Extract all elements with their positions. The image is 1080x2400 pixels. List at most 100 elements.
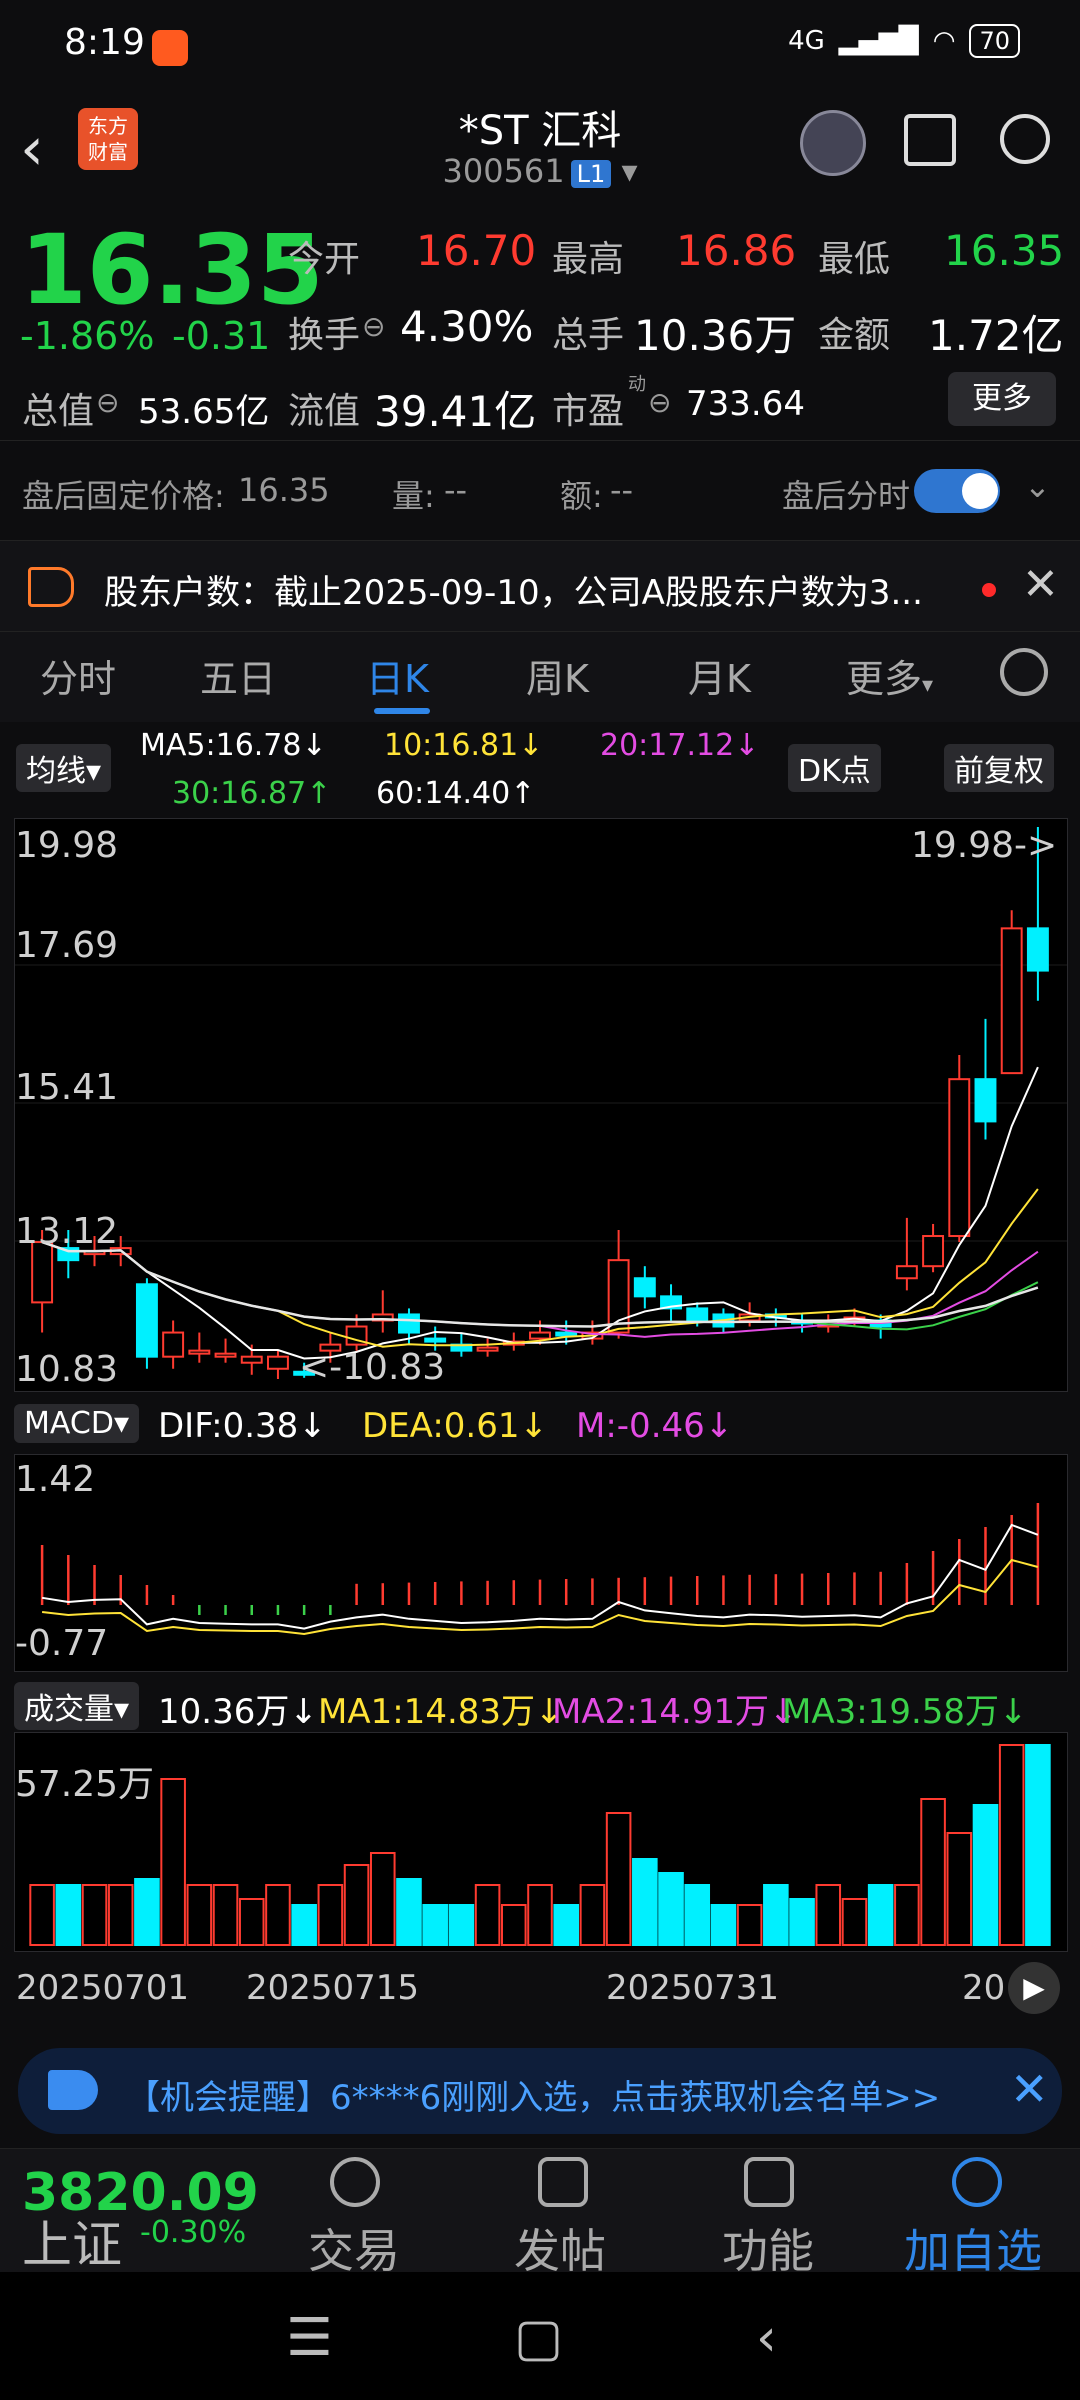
low-label: 最低	[818, 239, 891, 280]
megaphone-icon	[48, 2070, 98, 2110]
caret-down-icon: ▾	[113, 1406, 129, 1441]
back-nav-icon[interactable]: ‹	[756, 2308, 777, 2368]
candle-body	[214, 1352, 237, 1358]
chevron-down-icon: ▾	[621, 152, 638, 190]
gear-icon[interactable]	[1000, 648, 1048, 696]
volume-bar	[396, 1878, 422, 1946]
after-hours-toggle-label: 盘后分时	[782, 477, 911, 515]
kline-level-3: 15.41	[15, 1067, 119, 1108]
volume-bar	[998, 1744, 1025, 1946]
volume-bar	[55, 1884, 82, 1946]
volume-bar	[160, 1778, 186, 1946]
status-time: 8:19	[64, 22, 145, 63]
adjust-button[interactable]: 前复权	[944, 744, 1054, 792]
volume-bar	[736, 1904, 763, 1946]
tab-weekly-k[interactable]: 周K	[526, 648, 589, 703]
assistant-robot-icon[interactable]	[800, 110, 866, 176]
volume-ma2: MA2:14.91万↓	[552, 1692, 798, 1732]
macd-bottom-label: -0.77	[15, 1623, 109, 1664]
app-notification-icon	[152, 30, 188, 66]
turnover-label: 换手	[288, 315, 361, 356]
share-icon[interactable]	[904, 114, 956, 166]
mktcap-label: 总值	[22, 391, 95, 432]
volume-label: 总手	[552, 315, 625, 356]
change-percent: -1.86%	[20, 314, 155, 358]
tab-monthly-k[interactable]: 月K	[688, 648, 751, 703]
candle-body	[188, 1349, 211, 1355]
macd-top-label: 1.42	[15, 1459, 96, 1500]
volume-bar	[658, 1872, 684, 1946]
trade-icon	[330, 2157, 380, 2207]
search-icon[interactable]	[1000, 114, 1050, 164]
volume-bar	[291, 1904, 317, 1946]
volume-legend: 成交量▾ 10.36万↓ MA1:14.83万↓ MA2:14.91万↓ MA3…	[0, 1676, 1080, 1732]
macd-chart[interactable]: 1.42 -0.77	[14, 1454, 1068, 1672]
volume-chart[interactable]: 57.25万	[14, 1732, 1068, 1952]
indicator-type-select[interactable]: 均线▾	[16, 744, 112, 792]
volume-bar	[946, 1832, 973, 1946]
after-hours-amt-label: 额:	[560, 477, 603, 515]
low-value: 16.35	[944, 226, 1065, 275]
ma-legend: 均线▾ MA5:16.78↓ 10:16.81↓ 20:17.12↓ 30:16…	[0, 722, 1080, 818]
home-icon[interactable]: ▢	[514, 2308, 563, 2368]
volume-bar	[343, 1864, 370, 1946]
menu-icon[interactable]: ☰	[286, 2308, 333, 2368]
candle-body	[633, 1277, 656, 1298]
tab-more[interactable]: 更多▾	[846, 648, 933, 703]
unread-dot	[982, 583, 996, 597]
volume-bar	[265, 1884, 291, 1946]
pe-value: 733.64	[686, 384, 805, 424]
kline-level-2: 17.69	[15, 925, 119, 966]
after-hours-toggle[interactable]	[914, 469, 1000, 513]
macd-select[interactable]: MACD▾	[14, 1404, 139, 1443]
dk-point-button[interactable]: DK点	[788, 744, 881, 792]
volume-bar	[841, 1898, 868, 1946]
notice-text[interactable]: 股东户数：截止2025-09-10，公司A股股东户数为3...	[104, 565, 923, 614]
amount-label: 金额	[818, 315, 891, 356]
candle-body	[686, 1307, 709, 1322]
volume-value: 10.36万↓	[158, 1692, 318, 1732]
stock-header: ‹ 东方 财富 *ST 汇科 300561 L1 ▾	[0, 92, 1080, 204]
volume-bar	[579, 1884, 606, 1946]
promo-text[interactable]: 【机会提醒】6****6刚刚入选，点击获取机会名单>>	[126, 2070, 940, 2119]
after-hours-amt: --	[610, 471, 634, 509]
chevron-down-icon[interactable]: ⌄	[1024, 467, 1051, 505]
volume-bar	[605, 1812, 632, 1946]
after-hours-price-label: 盘后固定价格:	[22, 477, 225, 515]
stock-code: 300561	[442, 152, 565, 190]
candle-body	[1026, 927, 1049, 972]
ma-line	[41, 1066, 1039, 1360]
network-icon: 4G	[788, 26, 825, 56]
volume-ma3: MA3:19.58万↓	[782, 1692, 1028, 1732]
volume-ma1: MA1:14.83万↓	[318, 1692, 564, 1732]
close-icon[interactable]: ✕	[1022, 559, 1059, 610]
candle-body	[895, 1265, 918, 1280]
close-icon[interactable]: ✕	[1010, 2062, 1049, 2116]
notice-bar[interactable]: 股东户数：截止2025-09-10，公司A股股东户数为3... ✕	[0, 540, 1080, 632]
tab-intraday[interactable]: 分时	[40, 648, 116, 703]
tab-five-day[interactable]: 五日	[200, 648, 276, 703]
system-icons: 4G ▂▄▆█ ◠ 70	[788, 24, 1020, 58]
more-button[interactable]: 更多	[948, 372, 1056, 426]
tab-daily-k[interactable]: 日K	[366, 648, 429, 703]
play-icon[interactable]: ▶	[1008, 1962, 1060, 2014]
status-bar: 8:19 4G ▂▄▆█ ◠ 70	[0, 0, 1080, 92]
info-icon[interactable]: ⊖	[362, 310, 385, 343]
candle-body	[476, 1346, 499, 1352]
caret-down-icon: ▾	[86, 754, 102, 789]
float-label: 流值	[288, 391, 361, 432]
after-hours-vol: --	[444, 471, 468, 509]
promo-banner[interactable]: 【机会提醒】6****6刚刚入选，点击获取机会名单>> ✕	[18, 2048, 1062, 2134]
turnover-value: 4.30%	[400, 302, 534, 351]
candle-body	[266, 1355, 289, 1370]
volume-select[interactable]: 成交量▾	[14, 1682, 140, 1730]
volume-bar	[186, 1884, 213, 1946]
open-value: 16.70	[416, 226, 537, 275]
kline-chart[interactable]: 19.98 17.69 15.41 13.12 10.83 19.98-> <-…	[14, 818, 1068, 1392]
info-icon[interactable]: ⊖	[96, 386, 119, 419]
kline-level-4: 13.12	[15, 1211, 119, 1252]
macd-m: M:-0.46↓	[576, 1406, 734, 1446]
ma30-value: 30:16.87↑	[172, 776, 332, 811]
info-icon[interactable]: ⊖	[648, 386, 671, 419]
tab-active-indicator	[374, 708, 430, 714]
